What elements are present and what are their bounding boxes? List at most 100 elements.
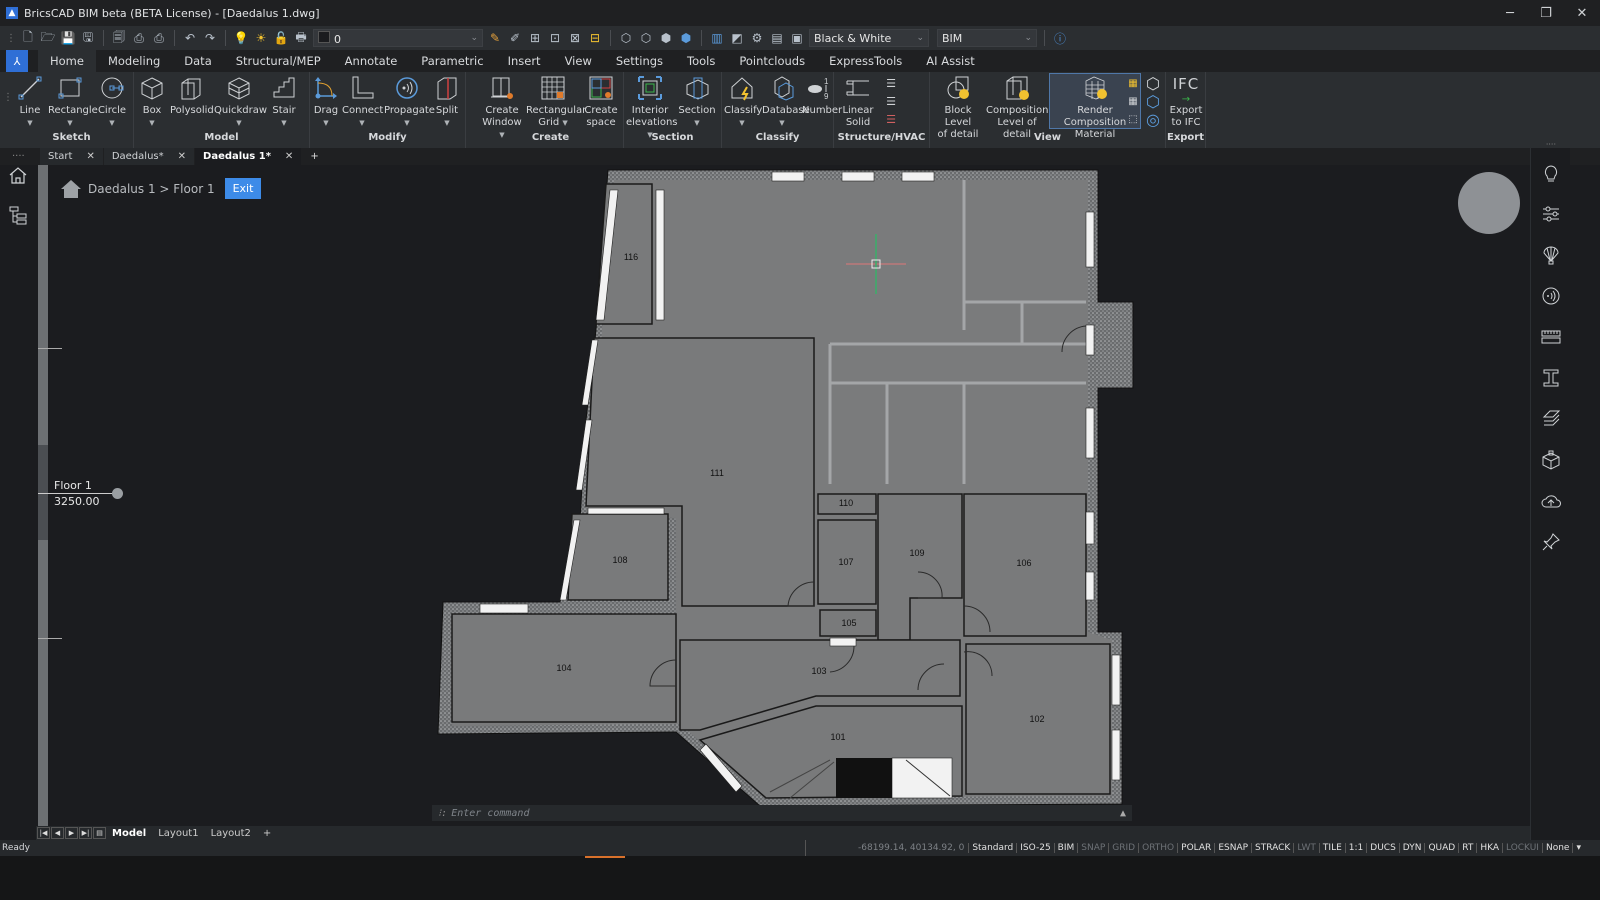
status-toggle-snap[interactable]: SNAP (1077, 843, 1108, 853)
tab-structural-mep[interactable]: Structural/MEP (224, 50, 333, 72)
tab-ai-assist[interactable]: AI Assist (914, 50, 986, 72)
lod-toggle-2-icon[interactable]: ▦ (1126, 94, 1140, 108)
status-toggle-tile[interactable]: TILE (1318, 843, 1345, 853)
show-all-icon[interactable]: ⊟ (587, 30, 603, 46)
tab-insert[interactable]: Insert (496, 50, 553, 72)
status-toggle-hka[interactable]: HKA (1476, 843, 1502, 853)
tab-pointclouds[interactable]: Pointclouds (727, 50, 817, 72)
eyedropper-icon[interactable]: ✐ (507, 30, 523, 46)
level-marker[interactable] (38, 348, 62, 349)
viewport-icon[interactable]: ▣ (789, 30, 805, 46)
status-toggle-rt[interactable]: RT (1458, 843, 1476, 853)
minimize-button[interactable]: ─ (1492, 0, 1528, 26)
tab-data[interactable]: Data (172, 50, 223, 72)
tab-modeling[interactable]: Modeling (96, 50, 172, 72)
component-icon[interactable] (1539, 448, 1563, 472)
view-cube-4-icon[interactable]: ⬢ (678, 30, 694, 46)
view-cube-3-icon[interactable]: ⬢ (658, 30, 674, 46)
hide-icon[interactable]: ⊠ (567, 30, 583, 46)
layout-tab-layout2[interactable]: Layout2 (205, 828, 257, 839)
database-button[interactable]: Database ▼ (762, 74, 810, 129)
interior-elevations-button[interactable]: Interior elevations ▼ (626, 74, 678, 141)
render-icon[interactable]: ◩ (729, 30, 745, 46)
linear-solid-button[interactable]: Linear Solid (840, 74, 876, 129)
status-toggle-bim[interactable]: BIM (1053, 843, 1078, 853)
status-toggle-grid[interactable]: GRID (1108, 843, 1138, 853)
propagate-panel-icon[interactable] (1539, 284, 1563, 308)
status-toggle-ortho[interactable]: ORTHO (1138, 843, 1177, 853)
composition-level-of-detail-button[interactable]: Composition Level of detail (986, 74, 1048, 141)
status-toggle-none[interactable]: None (1541, 843, 1572, 853)
layer-dropdown[interactable]: 0 ⌄ (313, 29, 483, 47)
layer-plot-icon[interactable]: 🖶 (293, 30, 309, 46)
select-similar-icon[interactable]: ⊞ (527, 30, 543, 46)
tab-home[interactable]: Home (38, 50, 96, 72)
ruler-icon[interactable] (1539, 325, 1563, 349)
layer-thaw-icon[interactable]: ☀ (253, 30, 269, 46)
export-to-ifc-button[interactable]: IFC → Export to IFC (1168, 74, 1204, 129)
drawing-viewport[interactable]: 116 111 110 107 109 106 108 105 104 103 … (36, 165, 1564, 840)
redo-icon[interactable]: ↷ (202, 30, 218, 46)
layout-list-button[interactable]: ▤ (93, 827, 106, 839)
create-space-button[interactable]: Create space (582, 74, 620, 129)
stair-button[interactable]: Stair ▼ (266, 74, 302, 129)
tab-expresstools[interactable]: ExpressTools (817, 50, 914, 72)
lod-toggle-1-icon[interactable]: ▦ (1126, 76, 1140, 90)
command-line[interactable]: ⁝: Enter command ▲ (432, 805, 1132, 821)
level-marker[interactable] (38, 638, 62, 639)
floor-drag-handle[interactable] (112, 488, 123, 499)
split-button[interactable]: Split ▼ (432, 74, 462, 129)
polysolid-button[interactable]: Polysolid (170, 74, 214, 117)
undo-icon[interactable]: ↶ (182, 30, 198, 46)
close-tab-icon[interactable]: ✕ (285, 151, 293, 162)
isolate-icon[interactable]: ⊡ (547, 30, 563, 46)
rectangle-button[interactable]: Rectangle ▼ (48, 74, 98, 129)
batch-plot-icon[interactable]: ⎙ (151, 30, 167, 46)
status-menu-icon[interactable]: ▾ (1572, 843, 1584, 853)
first-layout-button[interactable]: |◀ (37, 827, 50, 839)
block-level-of-detail-button[interactable]: Block Level of detail (932, 74, 984, 141)
application-menu-button[interactable]: ⅄ (6, 50, 28, 72)
classify-button[interactable]: Classify ▼ (724, 74, 762, 129)
line-button[interactable]: Line ▼ (12, 74, 48, 129)
status-toggle-strack[interactable]: STRACK (1251, 843, 1293, 853)
layout-tab-layout1[interactable]: Layout1 (152, 828, 204, 839)
quickdraw-button[interactable]: Quickdraw ▼ (214, 74, 267, 129)
doc-tab-daedalus-1[interactable]: Daedalus 1* ✕ (195, 148, 302, 165)
layer-on-icon[interactable]: 💡 (233, 30, 249, 46)
bulb-icon[interactable] (1539, 162, 1563, 186)
match-properties-icon[interactable]: ✎ (487, 30, 503, 46)
status-toggle-iso-25[interactable]: ISO-25 (1016, 843, 1053, 853)
sliders-icon[interactable] (1539, 202, 1563, 226)
visual-style-dropdown[interactable]: Black & White ⌄ (809, 29, 929, 47)
help-icon[interactable]: ⓘ (1052, 30, 1068, 46)
last-layout-button[interactable]: ▶| (79, 827, 92, 839)
doc-tab-start[interactable]: Start ✕ (40, 148, 103, 165)
status-toggle-lockui[interactable]: LOCKUI (1502, 843, 1542, 853)
add-layout-button[interactable]: + (257, 828, 277, 839)
beam-profile-3-icon[interactable]: ☰ (884, 112, 898, 126)
new-file-icon[interactable]: 🗋 (20, 30, 36, 46)
navigation-wheel[interactable] (1458, 172, 1520, 234)
status-toggle-1-1[interactable]: 1:1 (1344, 843, 1366, 853)
box-button[interactable]: Box ▼ (136, 74, 168, 129)
propagate-button[interactable]: Propagate ▼ (384, 74, 435, 129)
status-toggle-quad[interactable]: QUAD (1424, 843, 1458, 853)
status-toggle-standard[interactable]: Standard (968, 843, 1016, 853)
breadcrumb-path[interactable]: Daedalus 1 > Floor 1 (88, 182, 215, 196)
balloon-icon[interactable] (1539, 243, 1563, 267)
view-cube-2-icon[interactable]: ⬡ (638, 30, 654, 46)
status-toggle-lwt[interactable]: LWT (1293, 843, 1319, 853)
beam-icon[interactable] (1539, 366, 1563, 390)
save-icon[interactable]: 💾 (60, 30, 76, 46)
prev-layout-button[interactable]: ◀ (51, 827, 64, 839)
layout-tab-model[interactable]: Model (106, 828, 152, 839)
number-button[interactable]: 19 Number (802, 74, 842, 117)
workspace-dropdown[interactable]: BIM ⌄ (937, 29, 1037, 47)
close-button[interactable]: ✕ (1564, 0, 1600, 26)
print-preview-icon[interactable]: 🗐 (111, 30, 127, 46)
select-lod-icon[interactable]: ⬚ (1126, 112, 1140, 126)
status-toggle-esnap[interactable]: ESNAP (1214, 843, 1251, 853)
circle-button[interactable]: Circle ▼ (94, 74, 130, 129)
tab-settings[interactable]: Settings (604, 50, 675, 72)
